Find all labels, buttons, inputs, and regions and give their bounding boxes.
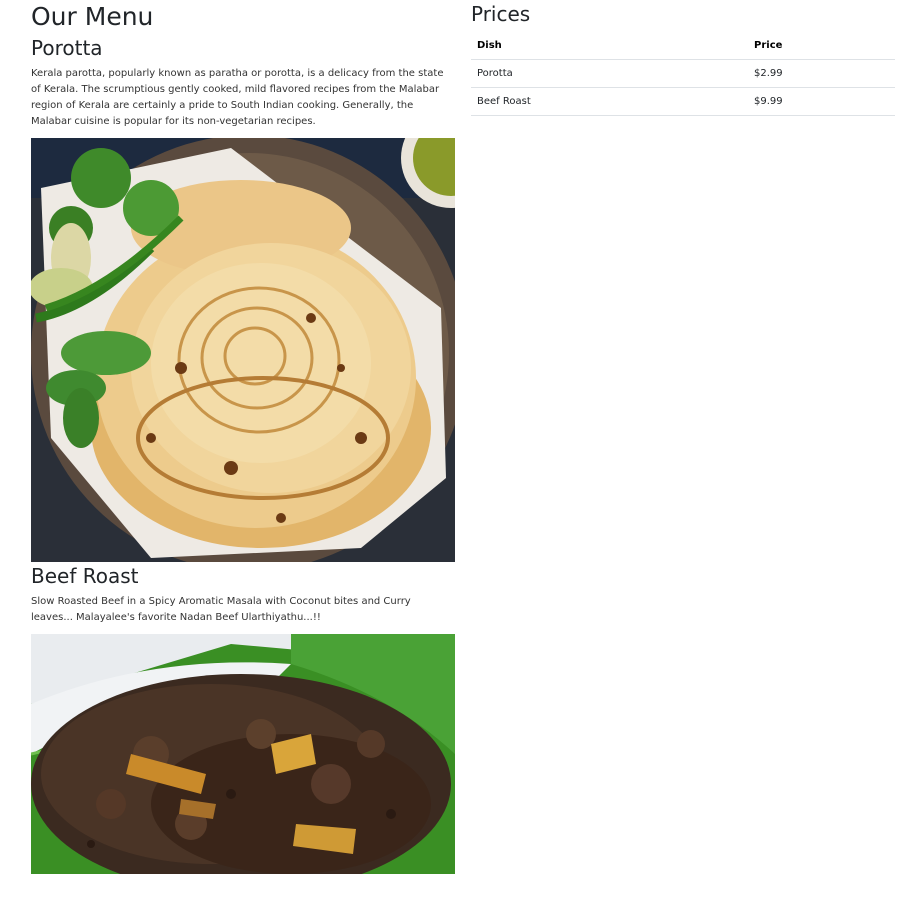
dish-description-porotta: Kerala parotta, popularly known as parat… [31,68,444,127]
column-header-dish: Dish [471,32,748,60]
table-row: Beef Roast $9.99 [471,87,895,116]
menu-column: Our Menu Porotta Kerala parotta, popular… [31,0,455,874]
prices-column: Prices Dish Price Porotta $2.99 Beef Roa… [471,0,895,116]
price-table: Dish Price Porotta $2.99 Beef Roast $9.9… [471,32,895,116]
dish-description-beef-roast: Slow Roasted Beef in a Spicy Aromatic Ma… [31,596,411,623]
porotta-photo [31,138,455,562]
table-header-row: Dish Price [471,32,895,60]
beef-roast-photo [31,634,455,874]
column-header-price: Price [748,32,895,60]
cell-dish: Beef Roast [471,87,748,116]
page-title: Our Menu [31,2,154,31]
cell-price: $2.99 [748,59,895,88]
table-row: Porotta $2.99 [471,59,895,88]
prices-title: Prices [471,2,531,26]
cell-price: $9.99 [748,87,895,116]
cell-dish: Porotta [471,59,748,88]
dish-title-beef-roast: Beef Roast [31,564,139,588]
dish-title-porotta: Porotta [31,36,103,60]
